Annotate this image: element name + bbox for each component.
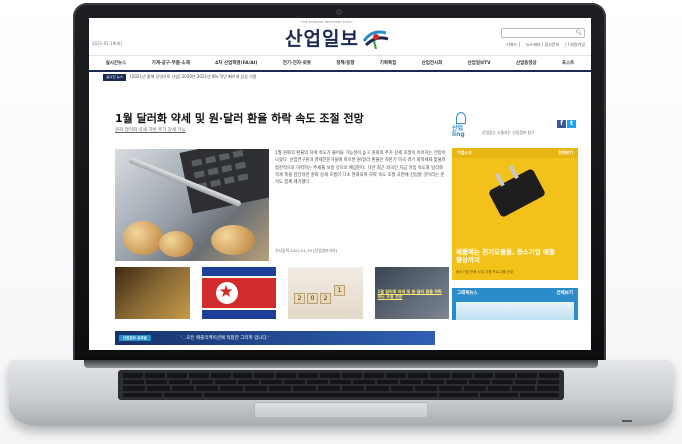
nav-item-electronics[interactable]: 전기·전자·로봇 [283, 60, 311, 66]
star-icon: ★ [218, 282, 234, 302]
link-signup[interactable]: | I 회원가입 [565, 42, 585, 48]
sidebar-tagline: 산업있는 소통하는 산업정보 창구 [482, 130, 535, 135]
sidebar-ad[interactable]: 기업소식 전체보기 제품에는 전기모듈을, 중소기업 매출 향상까지 중소기업 … [452, 148, 578, 280]
sidebar-header: 산업 ling 산업있는 소통하는 산업정보 창구 f t [452, 112, 578, 146]
nav-item-post[interactable]: 포스트 [562, 60, 574, 66]
graphic-label: 그래픽뉴스 [457, 291, 478, 296]
thumbnail-headline[interactable]: 1월 달러화 약세 및 원·달러 환율 하락 속도 조절 전망 [374, 267, 449, 319]
stage: 2021-01-19(화) THE KOREAN INDUSTRY DAILY … [0, 0, 682, 444]
nav-item-realtime[interactable]: 실시간뉴스 [106, 60, 127, 66]
article-byline: 기사입력 2021.01.19 [산업일보기자] [275, 248, 338, 253]
logo-text: 산업일보 [285, 28, 359, 50]
nav-item-feature[interactable]: 기획특집 [380, 60, 397, 66]
thumbnail-caption: 1월 달러화 약세 및 원·달러 환율 하락 속도 조절 전망 [377, 289, 442, 299]
banner-tag: 산업일보 글로벌 [119, 335, 151, 341]
article-body: 1월 원화의 환율의 하락 속도가 줄어들 가능성이 높고 원화의 추가 강세 … [275, 151, 446, 186]
link-keyword[interactable]: 키워드 | [506, 42, 520, 48]
twitter-icon[interactable]: t [567, 120, 576, 128]
thumbnail-north-korea-flag[interactable]: ★ [201, 267, 276, 319]
banner-text: '...모든 애플리케이션에 적합한 그리퍼 입니다.' [180, 336, 270, 341]
ad-more-link[interactable]: 전체보기 [558, 150, 573, 156]
graphic-image [456, 302, 574, 320]
social-links: f t [557, 120, 576, 128]
ticker-badge: 실시간 뉴스 [103, 73, 127, 81]
article-subline[interactable]: 원화 달러화 약세 하반 추가 강세 가능 [115, 127, 451, 133]
ticker-text[interactable]: [2021년 올해 무엇으로 사업] 2020년 2021년 8% 작년 빠르게… [130, 74, 256, 80]
header-date: 2021-01-19(화) [92, 41, 123, 46]
nav-item-video[interactable]: 산업동영상 [516, 60, 537, 66]
site-logo[interactable]: 산업일보 [285, 24, 390, 51]
graphic-header: 그래픽뉴스 전체보기 [452, 288, 578, 298]
sidebar-logo[interactable]: 산업 ling [452, 126, 465, 138]
sidebar-logo-icon [456, 112, 466, 124]
thumbnail-workshop[interactable] [115, 267, 190, 319]
ad-text: 제품에는 전기모듈을, 중소기업 매출 향상까지 [456, 248, 555, 264]
graphic-more-link[interactable]: 전체보기 [556, 290, 573, 296]
link-newsletter[interactable]: 뉴스레터 | 광고문의 [526, 42, 559, 48]
nav-item-machinery[interactable]: 기계·공구·부품·소재 [152, 60, 190, 66]
coin-icon [123, 221, 163, 255]
keyboard [118, 370, 564, 400]
graphic-news[interactable]: 그래픽뉴스 전체보기 [452, 288, 578, 320]
trackpad [254, 402, 428, 418]
nav-item-4th-industry[interactable]: 4차 산업혁명(FA/AI) [215, 60, 257, 66]
ad-header: 기업소식 전체보기 [452, 148, 578, 158]
main-content: 1월 달러화 약세 및 원·달러 환율 하락 속도 조절 전망 원화 달러화 약… [115, 112, 451, 319]
ad-small-text: 중소기업 전용 사업 지원 프로그램 안내 [456, 270, 514, 274]
coin-icon [159, 231, 193, 257]
camera-icon [336, 9, 342, 15]
hero-image[interactable] [115, 149, 269, 261]
power-plug-icon [487, 164, 547, 218]
news-ticker: 실시간 뉴스 [2021년 올해 무엇으로 사업] 2020년 2021년 8%… [89, 72, 591, 82]
nav-item-exhibition[interactable]: 산업전시회 [422, 60, 443, 66]
logo-mark-icon [362, 30, 389, 49]
search-input[interactable]: 🔍︎ [501, 28, 585, 38]
laptop-hinge [84, 360, 598, 368]
header-links: 키워드 | 뉴스레터 | 광고문의 | I 회원가입 [506, 42, 585, 48]
facebook-icon[interactable]: f [557, 120, 566, 128]
site-header: 2021-01-19(화) THE KOREAN INDUSTRY DAILY … [89, 18, 591, 56]
search-icon[interactable]: 🔍︎ [576, 30, 582, 36]
nav-item-policy[interactable]: 정책/동향 [336, 60, 354, 66]
right-sidebar: 산업 ling 산업있는 소통하는 산업정보 창구 f t 기업소식 전체보기 … [452, 112, 578, 320]
nav-item-tv[interactable]: 산업일보TV [468, 60, 491, 66]
thumbnail-year-blocks[interactable]: 2 0 2 1 [288, 267, 363, 319]
coin-icon [211, 225, 255, 255]
ad-label: 기업소식 [457, 150, 472, 155]
thumbnail-row: ★ 2 0 2 1 1월 달러화 약세 및 원·달러 환율 하락 속도 조절 전… [115, 267, 449, 319]
article-headline[interactable]: 1월 달러화 약세 및 원·달러 환율 하락 속도 조절 전망 [115, 112, 451, 125]
main-nav: 실시간뉴스 기계·공구·부품·소재 4차 산업혁명(FA/AI) 전기·전자·로… [89, 56, 591, 72]
promo-banner[interactable]: 산업일보 글로벌 '...모든 애플리케이션에 적합한 그리퍼 입니다.' [115, 331, 435, 345]
status-led-icon [622, 420, 632, 422]
